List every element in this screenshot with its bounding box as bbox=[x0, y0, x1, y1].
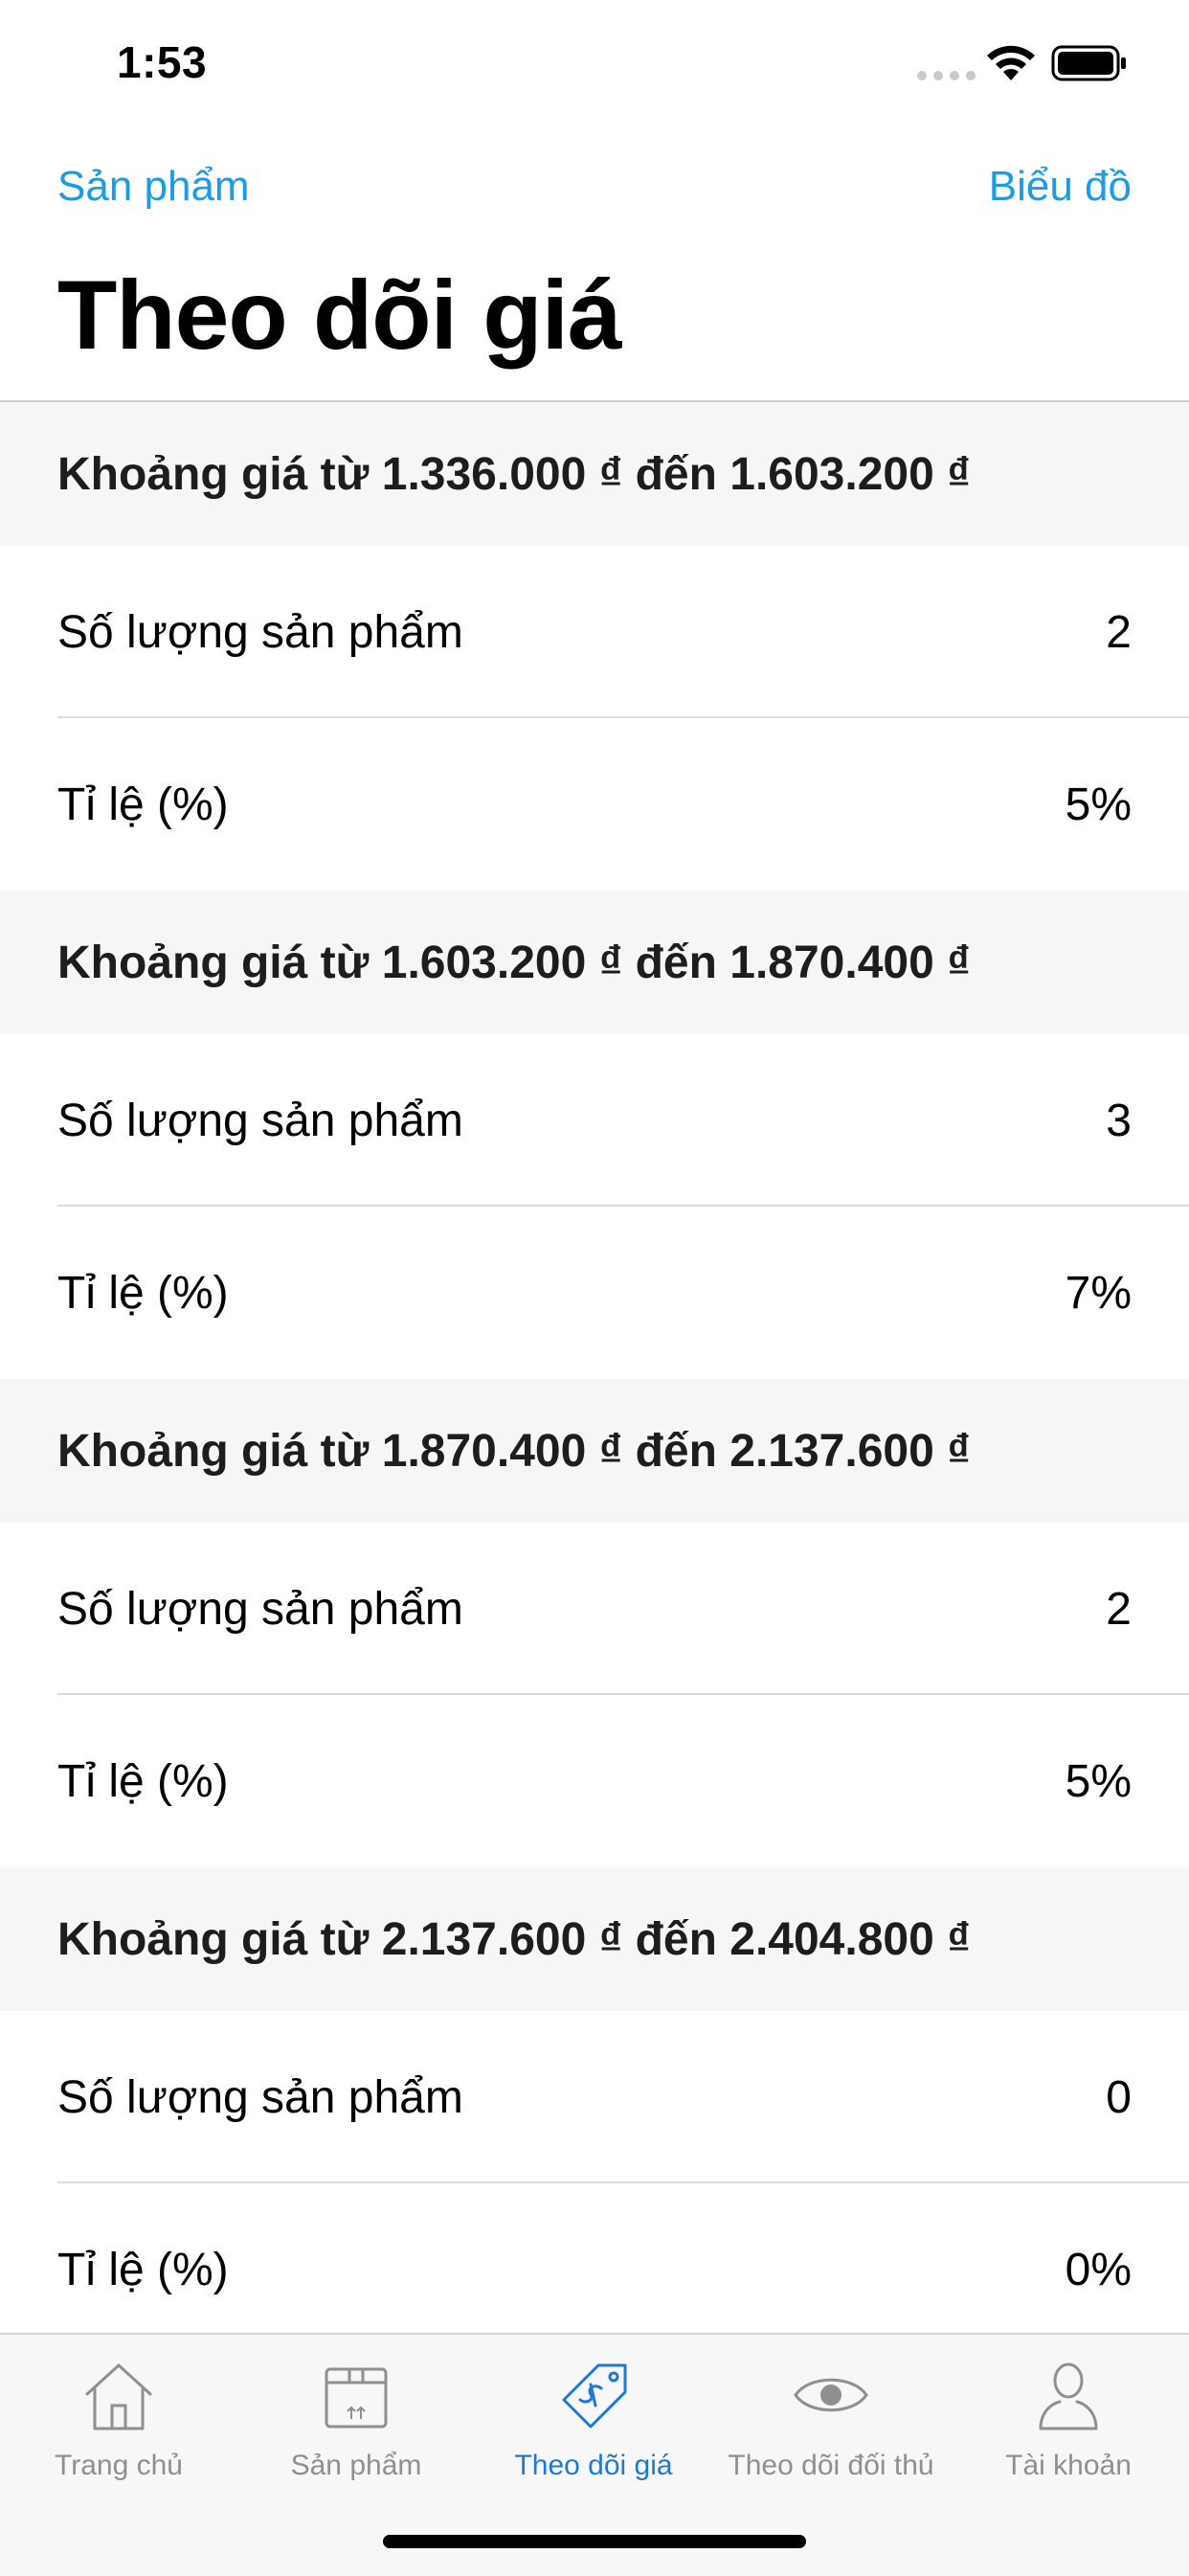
list-item[interactable]: Số lượng sản phẩm 2 bbox=[0, 546, 1189, 718]
row-value: 5% bbox=[1065, 1755, 1132, 1807]
row-label: Số lượng sản phẩm bbox=[57, 606, 463, 658]
row-value: 2 bbox=[1106, 606, 1132, 658]
list-item[interactable]: Số lượng sản phẩm 2 bbox=[0, 1523, 1189, 1695]
tab-price-tracking[interactable]: Theo dõi giá bbox=[475, 2335, 712, 2507]
row-value: 3 bbox=[1106, 1095, 1132, 1146]
eye-icon bbox=[794, 2378, 868, 2412]
section-header: Khoảng giá từ 1.336.000 ₫ đến 1.603.200 … bbox=[0, 402, 1189, 546]
home-icon bbox=[85, 2363, 152, 2430]
home-indicator[interactable] bbox=[383, 2535, 806, 2548]
tab-home[interactable]: Trang chủ bbox=[0, 2335, 237, 2507]
row-value: 0 bbox=[1106, 2071, 1132, 2123]
tab-label: Theo dõi đối thủ bbox=[728, 2450, 934, 2481]
row-label: Tỉ lệ (%) bbox=[57, 2244, 229, 2295]
navigation-bar: Sản phẩm Biểu đồ bbox=[0, 126, 1189, 251]
tab-account[interactable]: Tài khoản bbox=[950, 2335, 1187, 2507]
price-tag-icon bbox=[562, 2363, 627, 2429]
row-label: Số lượng sản phẩm bbox=[57, 2071, 463, 2123]
status-time: 1:53 bbox=[117, 37, 208, 87]
user-icon bbox=[1039, 2362, 1098, 2430]
row-label: Số lượng sản phẩm bbox=[57, 1095, 463, 1146]
row-label: Tỉ lệ (%) bbox=[57, 1755, 229, 1807]
row-value: 7% bbox=[1065, 1267, 1132, 1319]
list-item[interactable]: Tỉ lệ (%) 7% bbox=[0, 1207, 1189, 1379]
tab-label: Trang chủ bbox=[55, 2450, 183, 2481]
row-label: Tỉ lệ (%) bbox=[57, 1267, 229, 1319]
back-to-products-button[interactable]: Sản phẩm bbox=[57, 163, 250, 211]
list-item[interactable]: Số lượng sản phẩm 0 bbox=[0, 2011, 1189, 2183]
list-item[interactable]: Số lượng sản phẩm 3 bbox=[0, 1034, 1189, 1207]
section-header: Khoảng giá từ 1.870.400 ₫ đến 2.137.600 … bbox=[0, 1379, 1189, 1523]
tab-products[interactable]: Sản phẩm bbox=[237, 2335, 475, 2507]
row-label: Số lượng sản phẩm bbox=[57, 1583, 463, 1635]
section-header: Khoảng giá từ 1.603.200 ₫ đến 1.870.400 … bbox=[0, 891, 1189, 1034]
page-title: Theo dõi giá bbox=[57, 260, 622, 370]
battery-icon bbox=[1051, 45, 1126, 81]
list-item[interactable]: Tỉ lệ (%) 5% bbox=[0, 1695, 1189, 1867]
list-item[interactable]: Tỉ lệ (%) 0% bbox=[0, 2183, 1189, 2356]
row-value: 2 bbox=[1106, 1583, 1132, 1635]
status-bar: 1:53 bbox=[0, 0, 1189, 126]
chart-button[interactable]: Biểu đồ bbox=[989, 163, 1132, 211]
row-value: 0% bbox=[1065, 2244, 1132, 2295]
cellular-signal-icon bbox=[917, 71, 976, 80]
box-icon bbox=[325, 2367, 388, 2429]
price-range-list[interactable]: Khoảng giá từ 1.336.000 ₫ đến 1.603.200 … bbox=[0, 400, 1189, 2356]
tab-label: Theo dõi giá bbox=[514, 2450, 673, 2481]
wifi-icon bbox=[987, 45, 1035, 80]
tab-label: Sản phẩm bbox=[290, 2450, 422, 2481]
row-label: Tỉ lệ (%) bbox=[57, 779, 229, 830]
list-item[interactable]: Tỉ lệ (%) 5% bbox=[0, 718, 1189, 891]
row-value: 5% bbox=[1065, 779, 1132, 830]
section-header: Khoảng giá từ 2.137.600 ₫ đến 2.404.800 … bbox=[0, 1867, 1189, 2011]
tab-label: Tài khoản bbox=[1005, 2450, 1132, 2481]
tab-competitor-tracking[interactable]: Theo dõi đối thủ bbox=[712, 2335, 950, 2507]
